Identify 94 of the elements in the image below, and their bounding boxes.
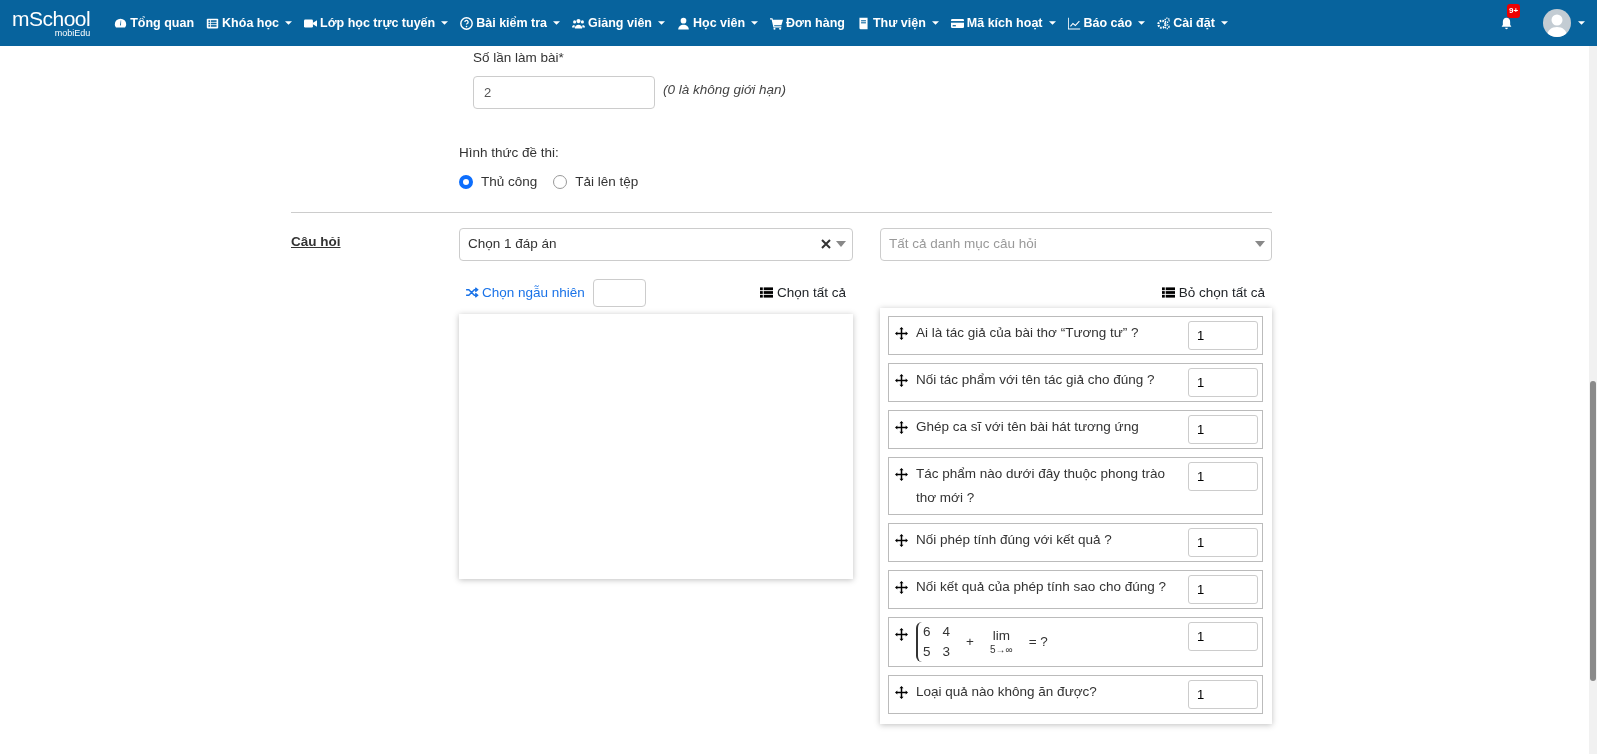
radio-option[interactable]: Tải lên tệp xyxy=(553,171,639,192)
math-limit: lim xyxy=(992,629,1010,644)
move-icon xyxy=(895,327,908,340)
score-input[interactable]: 1 xyxy=(1188,368,1258,397)
radio-option[interactable]: Thủ công xyxy=(459,171,538,192)
nav-link[interactable]: Tổng quan xyxy=(108,13,201,33)
caret-icon xyxy=(1220,21,1228,25)
move-icon xyxy=(895,628,908,641)
section-label: Câu hỏi xyxy=(291,232,341,251)
nav-link[interactable]: Đơn hàng xyxy=(764,13,851,33)
nav-dropdown[interactable]: Thư viện xyxy=(851,13,945,33)
nav-dropdown[interactable]: Bài kiểm tra xyxy=(454,13,567,33)
math-equals: = ? xyxy=(1028,633,1048,651)
scrollbar-thumb[interactable] xyxy=(1590,381,1596,681)
list-icon xyxy=(1161,287,1175,299)
radio-button[interactable] xyxy=(553,174,568,189)
list-icon xyxy=(759,287,773,299)
move-icon xyxy=(895,581,908,594)
move-icon xyxy=(895,534,908,547)
question-text: Tác phẩm nào dưới đây thuộc phong trào thơ mới ? xyxy=(916,465,1167,507)
move-icon xyxy=(895,374,908,387)
caret-icon xyxy=(1578,21,1585,25)
move-icon xyxy=(895,686,908,699)
question-circle-icon xyxy=(460,16,474,30)
question-item[interactable]: Nối kết quả của phép tính sao cho đúng ? 1 xyxy=(888,570,1263,609)
line-chart-icon xyxy=(1067,16,1081,30)
question-text: Nối tác phẩm với tên tác giả cho đúng ? xyxy=(916,371,1156,389)
nav-dropdown[interactable]: Học viên xyxy=(671,13,765,33)
shuffle-icon xyxy=(466,287,479,299)
question-type-select[interactable]: Chọn 1 đáp án xyxy=(459,227,853,261)
question-text: Ghép ca sĩ với tên bài hát tương ứng xyxy=(916,418,1140,436)
question-text: Nối kết quả của phép tính sao cho đúng ? xyxy=(916,578,1167,596)
logo-subtitle: mobiEdu xyxy=(54,29,91,38)
field-label: Hình thức đề thi: xyxy=(459,144,559,163)
caret-icon xyxy=(441,21,449,25)
caret-icon xyxy=(751,21,759,25)
math-limit-subscript: 5→∞ xyxy=(989,643,1013,655)
question-item[interactable]: Tác phẩm nào dưới đây thuộc phong trào thơ mới ? 1 xyxy=(888,457,1263,515)
random-select-link[interactable]: Chọn ngẫu nhiên xyxy=(466,282,585,303)
notification-count: 9+ xyxy=(1507,3,1521,18)
score-input[interactable]: 1 xyxy=(1188,680,1258,709)
nav-dropdown[interactable]: Cài đặt xyxy=(1151,13,1234,33)
caret-icon xyxy=(931,21,939,25)
score-input[interactable]: 1 xyxy=(1188,321,1258,350)
caret-icon xyxy=(1138,21,1146,25)
list-icon xyxy=(206,16,220,30)
deselect-all-link[interactable]: Bỏ chọn tất cả xyxy=(1161,282,1265,303)
users-icon xyxy=(572,16,586,30)
nav-dropdown[interactable]: Lớp học trực tuyến xyxy=(298,13,455,33)
caret-icon xyxy=(1048,21,1056,25)
caret-icon xyxy=(285,21,293,25)
random-count-input[interactable] xyxy=(592,278,646,307)
book-icon xyxy=(857,16,870,30)
notification-bell-icon[interactable] xyxy=(1500,16,1513,30)
question-item[interactable]: 6 4 5 3 + lim 5→∞ = ? 1 xyxy=(888,617,1263,667)
move-icon xyxy=(895,421,908,434)
video-camera-icon xyxy=(304,16,318,30)
nav-dropdown[interactable]: Khóa học xyxy=(200,13,299,33)
math-operator: + xyxy=(966,633,974,651)
caret-icon xyxy=(836,241,846,248)
score-input[interactable]: 1 xyxy=(1188,462,1258,491)
score-input[interactable]: 1 xyxy=(1188,575,1258,604)
radio-button[interactable] xyxy=(459,174,473,189)
caret-icon xyxy=(1255,241,1265,248)
nav-dropdown[interactable]: Giảng viên xyxy=(566,13,671,33)
user-menu[interactable] xyxy=(1543,9,1585,37)
question-item[interactable]: Ai là tác giả của bài thơ “Tương tư” ? 1 xyxy=(888,316,1263,355)
question-item[interactable]: Ghép ca sĩ với tên bài hát tương ứng 1 xyxy=(888,410,1263,449)
credit-card-icon xyxy=(950,16,964,30)
score-input[interactable]: 1 xyxy=(1188,415,1258,444)
hint-text: (0 là không giới hạn) xyxy=(663,81,786,100)
caret-icon xyxy=(658,21,665,25)
question-text: Loại quả nào không ăn được? xyxy=(916,683,1098,701)
math-matrix: 6 4 5 3 xyxy=(916,622,951,662)
question-item[interactable]: Loại quả nào không ăn được? 1 xyxy=(888,675,1263,714)
logo-title[interactable]: mSchool xyxy=(12,8,91,29)
gauge-icon xyxy=(114,16,128,30)
question-text: Nối phép tính đúng với kết quả ? xyxy=(916,531,1113,549)
move-icon xyxy=(895,468,908,481)
clear-icon xyxy=(821,239,831,250)
caret-icon xyxy=(553,21,561,25)
nav-dropdown[interactable]: Mã kích hoạt xyxy=(944,13,1062,33)
question-item[interactable]: Nối phép tính đúng với kết quả ? 1 xyxy=(888,523,1263,562)
attempts-input[interactable]: 2 xyxy=(473,76,655,110)
field-label: Số lần làm bài* xyxy=(473,49,564,67)
nav-dropdown[interactable]: Báo cáo xyxy=(1061,13,1152,33)
shopping-cart-icon xyxy=(770,16,784,30)
scrollbar[interactable] xyxy=(1589,46,1597,754)
select-all-link[interactable]: Chọn tất cả xyxy=(759,282,846,303)
score-input[interactable]: 1 xyxy=(1188,528,1258,557)
score-input[interactable]: 1 xyxy=(1188,622,1258,651)
user-icon xyxy=(677,16,690,30)
question-text: Ai là tác giả của bài thơ “Tương tư” ? xyxy=(916,324,1140,342)
question-item[interactable]: Nối tác phẩm với tên tác giả cho đúng ? 1 xyxy=(888,363,1263,402)
